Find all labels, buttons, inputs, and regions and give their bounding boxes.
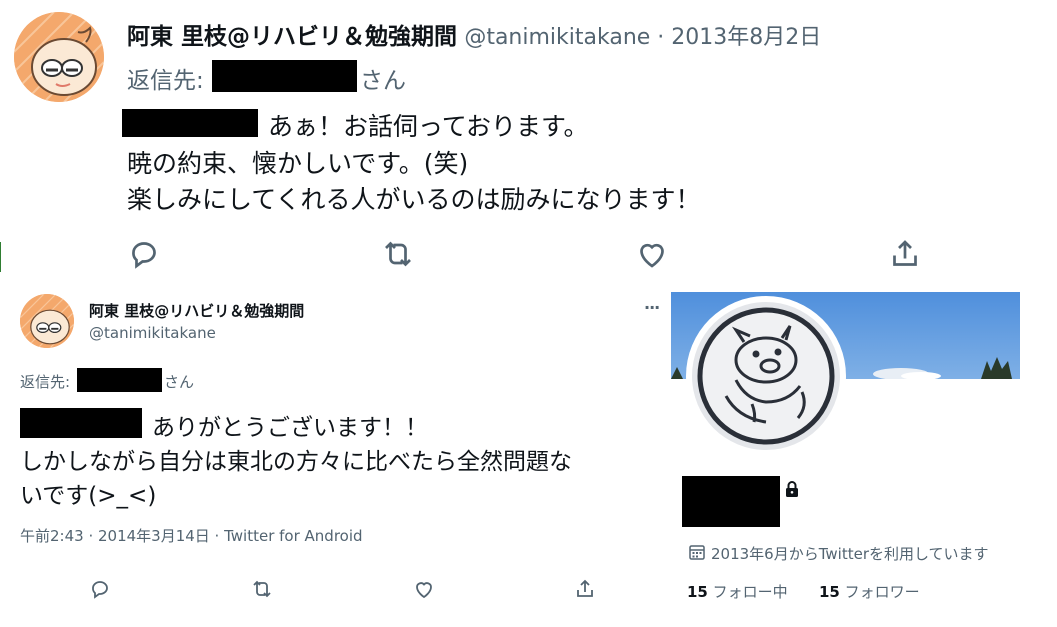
reply-icon[interactable]: [88, 577, 112, 601]
redacted-mention: [122, 109, 258, 137]
tweet-text-line-2: 暁の約束、懐かしいです。(笑): [127, 149, 469, 178]
tweet-text-line-1: あぁ！お話伺っております。: [268, 112, 589, 141]
handle[interactable]: @tanimikitakane: [89, 324, 216, 342]
reply-prefix: 返信先:: [127, 68, 204, 94]
profile-avatar[interactable]: [686, 296, 846, 456]
tweet-text-line-2: しかしながら自分は東北の方々に比べたら全然問題な: [20, 449, 572, 475]
avatar-character-icon: [20, 294, 74, 348]
tweet-text-line-1: ありがとうございます！！: [152, 415, 428, 441]
share-icon[interactable]: [573, 577, 597, 601]
retweet-icon[interactable]: [250, 577, 274, 601]
lock-icon: [783, 480, 801, 498]
tweet-text-line-3: 楽しみにしてくれる人がいるのは励みになります！: [127, 185, 701, 214]
following-link[interactable]: 15 フォロー中: [687, 581, 788, 602]
redacted-username: [77, 368, 162, 392]
heart-icon[interactable]: [634, 236, 670, 272]
joined-date: 2013年6月からTwitterを利用しています: [711, 545, 989, 563]
redacted-mention: [20, 408, 142, 438]
reply-suffix: さん: [164, 373, 195, 391]
avatar[interactable]: [20, 294, 74, 348]
followers-link[interactable]: 15 フォロワー: [819, 581, 920, 602]
avatar-character-icon: [14, 12, 104, 102]
pig-stamp-icon: [692, 302, 840, 450]
more-options-icon[interactable]: ···: [644, 298, 660, 317]
avatar[interactable]: [14, 12, 104, 102]
reply-to-line: 返信先:: [127, 61, 204, 95]
retweet-icon[interactable]: [380, 236, 416, 272]
share-icon[interactable]: [887, 236, 923, 272]
display-name[interactable]: 阿東 里枝@リハビリ＆勉強期間: [127, 24, 457, 50]
handle-date[interactable]: @tanimikitakane · 2013年8月2日: [464, 25, 821, 50]
reply-suffix: さん: [360, 68, 406, 94]
tweet-meta[interactable]: 午前2:43 · 2014年3月14日 · Twitter for Androi…: [20, 525, 363, 546]
tweet-text-line-3: いです(>_<): [20, 483, 157, 509]
redacted-username: [212, 60, 357, 92]
heart-icon[interactable]: [412, 577, 436, 601]
following-count: 15: [687, 583, 708, 601]
followers-count: 15: [819, 583, 840, 601]
calendar-icon: [688, 543, 706, 561]
reply-prefix: 返信先:: [20, 373, 71, 391]
redacted-profile-name: [682, 476, 780, 527]
following-label: フォロー中: [712, 583, 788, 601]
display-name[interactable]: 阿東 里枝@リハビリ＆勉強期間: [89, 300, 304, 321]
reply-icon[interactable]: [126, 236, 162, 272]
followers-label: フォロワー: [844, 583, 920, 601]
left-divider: [0, 242, 1, 272]
